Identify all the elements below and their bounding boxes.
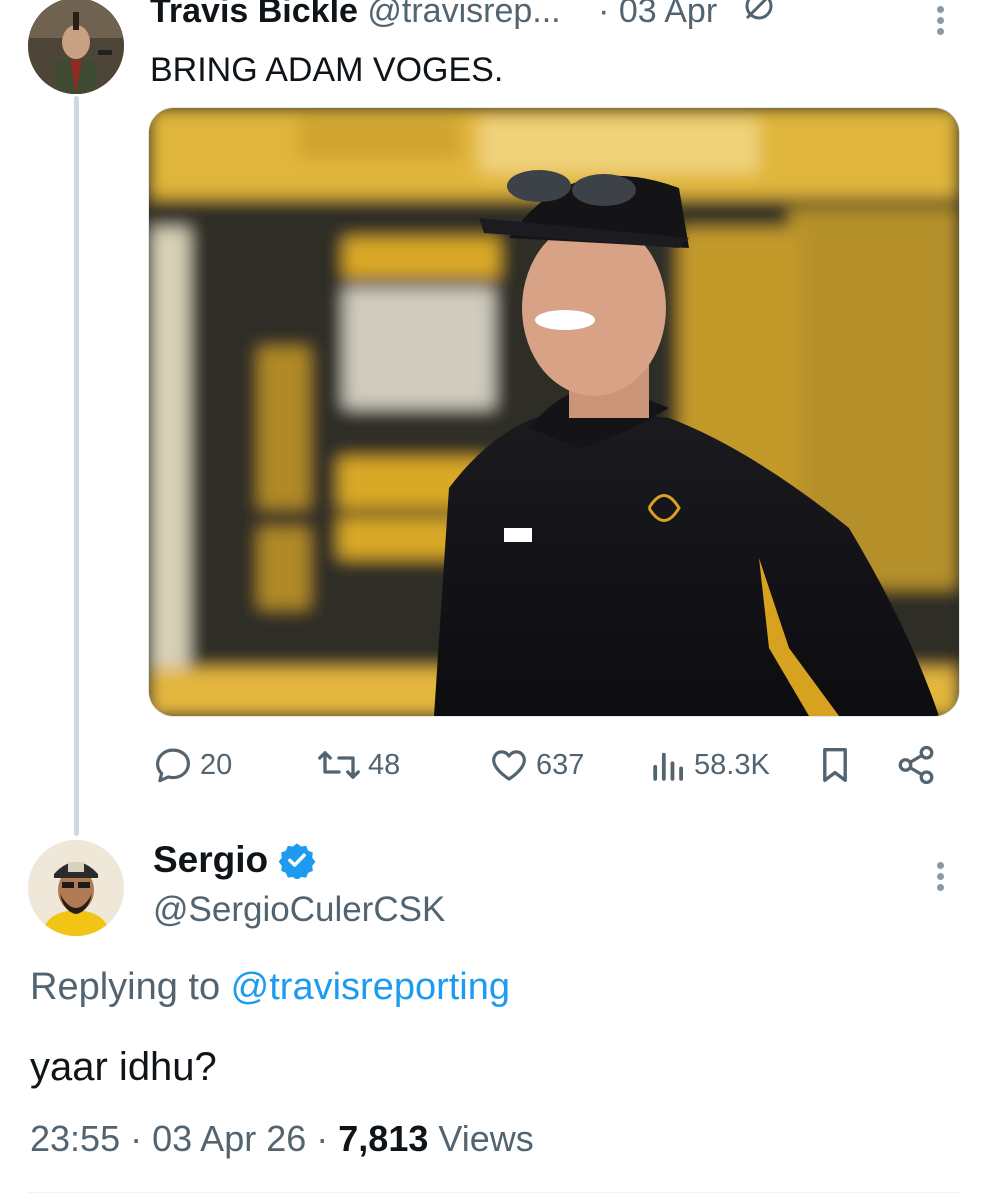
like-count: 637 — [536, 748, 585, 781]
reply-button[interactable]: 20 — [152, 740, 232, 790]
tweet-views-label: Views — [428, 1118, 534, 1159]
bookmark-button[interactable] — [818, 740, 858, 790]
meta-separator: · — [316, 1118, 329, 1159]
reply-icon — [156, 748, 190, 783]
tweet-views-count[interactable]: 7,813 — [338, 1118, 428, 1159]
reply-author-handle[interactable]: @SergioCulerCSK — [153, 888, 445, 932]
like-icon — [492, 750, 526, 781]
reply-author-name-text[interactable]: Sergio — [153, 838, 268, 882]
repost-count: 48 — [368, 748, 401, 781]
reply-text: yaar idhu? — [30, 1045, 217, 1089]
avatar-sergio[interactable] — [28, 840, 124, 936]
tweet1-text: BRING ADAM VOGES. — [150, 51, 504, 89]
tweet-time[interactable]: 23:55 — [30, 1118, 120, 1159]
more-icon[interactable] — [935, 862, 945, 895]
tweet-meta: 23:55 · 03 Apr 26 · 7,813 Views — [30, 1115, 534, 1163]
share-button[interactable] — [895, 740, 943, 790]
bookmark-icon — [823, 748, 847, 783]
replying-prefix: Replying to — [30, 966, 231, 1008]
views-icon — [653, 752, 683, 781]
avatar-travis-bickle[interactable] — [28, 0, 124, 94]
more-icon[interactable] — [935, 6, 945, 39]
share-icon — [898, 745, 934, 785]
author-name[interactable]: Travis Bickle — [150, 0, 358, 30]
repost-icon — [318, 751, 360, 779]
header-separator: · — [598, 0, 610, 30]
reply-author-name[interactable]: Sergio — [153, 838, 316, 882]
like-button[interactable]: 637 — [488, 740, 584, 790]
tweet-date-full[interactable]: 03 Apr 26 — [152, 1118, 306, 1159]
author-handle[interactable]: @travisrep... — [367, 0, 560, 30]
tweet-media-image[interactable] — [148, 107, 960, 717]
views-count: 58.3K — [694, 748, 770, 781]
tweet1-header: Travis Bickle @travisrep... · 03 Apr — [150, 0, 950, 36]
verified-badge-icon — [278, 843, 316, 879]
tweet-date[interactable]: 03 Apr — [619, 0, 717, 30]
views-button[interactable]: 58.3K — [650, 740, 770, 790]
repost-button[interactable]: 48 — [316, 740, 400, 790]
replying-to-handle-link[interactable]: @travisreporting — [231, 966, 510, 1008]
grok-icon[interactable] — [741, 0, 777, 38]
tweet-actions-bar: 20 48 637 58.3K — [0, 740, 988, 790]
replying-to-line: Replying to @travisreporting — [30, 963, 510, 1011]
divider — [28, 1192, 960, 1193]
meta-separator: · — [130, 1118, 143, 1159]
thread-connector-line — [74, 96, 79, 836]
reply-count: 20 — [200, 748, 233, 781]
